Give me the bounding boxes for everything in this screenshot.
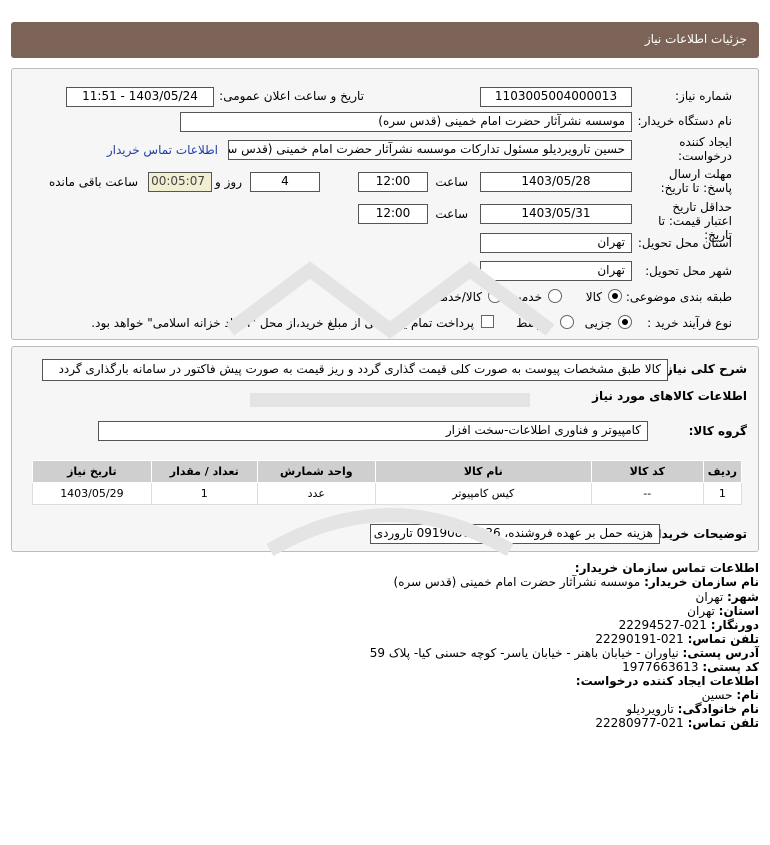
need-number-label: شماره نیاز: bbox=[675, 89, 732, 103]
page-title: جزئیات اطلاعات نیاز bbox=[644, 32, 747, 46]
goods-panel: شرح کلی نیاز: کالا طبق مشخصات پیوست به ص… bbox=[11, 346, 759, 552]
description-label: شرح کلی نیاز: bbox=[661, 362, 747, 376]
table-row[interactable]: 1 -- کیس کامپیوتر عدد 1 1403/05/29 bbox=[32, 482, 743, 505]
need-details-panel: شماره نیاز: 1103005004000013 تاریخ و ساع… bbox=[11, 68, 759, 340]
goods-group-label: گروه کالا: bbox=[688, 424, 747, 438]
reply-time-label: ساعت bbox=[435, 175, 468, 189]
contact-city: شهر: تهران bbox=[695, 590, 759, 604]
process-label: نوع فرآیند خرید : bbox=[647, 316, 732, 330]
creator-name: نام: حسین bbox=[701, 688, 759, 702]
category-goods-label: کالا bbox=[585, 290, 602, 304]
remaining-time-field: 00:05:07 bbox=[148, 172, 212, 192]
cell-quantity: 1 bbox=[150, 482, 258, 505]
col-unit: واحد شمارش bbox=[256, 460, 376, 483]
announce-label: تاریخ و ساعت اعلان عمومی: bbox=[219, 89, 364, 103]
validity-time-label: ساعت bbox=[435, 207, 468, 221]
category-label: طبقه بندی موضوعی: bbox=[625, 290, 732, 304]
col-name: نام کالا bbox=[374, 460, 592, 483]
cell-unit: عدد bbox=[256, 482, 376, 505]
table-header-row: ردیف کد کالا نام کالا واحد شمارش تعداد /… bbox=[32, 460, 743, 483]
city-field[interactable]: تهران bbox=[480, 261, 632, 281]
province-label: استان محل تحویل: bbox=[637, 236, 732, 250]
page-header: جزئیات اطلاعات نیاز bbox=[11, 22, 759, 58]
buyer-field[interactable]: موسسه نشرآثار حضرت امام خمینی (قدس سره) bbox=[180, 112, 632, 132]
contact-fax: دورنگار: 021-22294527 bbox=[618, 618, 759, 632]
process-medium-radio[interactable] bbox=[560, 315, 574, 329]
reply-deadline-label: مهلت ارسال پاسخ: تا تاریخ: bbox=[660, 167, 732, 195]
days-label: روز و bbox=[215, 175, 242, 189]
cell-code: -- bbox=[590, 482, 704, 505]
need-number-field[interactable]: 1103005004000013 bbox=[480, 87, 632, 107]
creator-field[interactable]: حسین تارویردیلو مسئول تدارکات موسسه نشرآ… bbox=[228, 140, 632, 160]
reply-date-field[interactable]: 1403/05/28 bbox=[480, 172, 632, 192]
province-field[interactable]: تهران bbox=[480, 233, 632, 253]
col-date: تاریخ نیاز bbox=[32, 460, 152, 483]
category-service-radio[interactable] bbox=[548, 289, 562, 303]
cell-row: 1 bbox=[702, 482, 743, 505]
buyer-notes-label: توضیحات خریدار: bbox=[645, 527, 747, 541]
process-minor-label: جزیی bbox=[584, 316, 612, 330]
category-goods-service-radio[interactable] bbox=[488, 289, 502, 303]
creator-label: ایجاد کننده درخواست: bbox=[678, 135, 732, 163]
contact-title: اطلاعات تماس سازمان خریدار: bbox=[574, 561, 759, 575]
days-field[interactable]: 4 bbox=[250, 172, 320, 192]
creator-family: نام خانوادگی: تارویردیلو bbox=[626, 702, 759, 716]
process-medium-label: متوسط bbox=[516, 316, 554, 330]
category-goods-radio[interactable] bbox=[608, 289, 622, 303]
category-goods-service-label: کالا/خدمت bbox=[429, 290, 482, 304]
buyer-label: نام دستگاه خریدار: bbox=[637, 114, 733, 128]
buyer-contact-link[interactable]: اطلاعات تماس خریدار bbox=[107, 143, 218, 157]
col-code: کد کالا bbox=[590, 460, 704, 483]
contact-address: آدرس پستی: نیاوران - خیابان باهنر - خیاب… bbox=[369, 646, 759, 660]
goods-table: ردیف کد کالا نام کالا واحد شمارش تعداد /… bbox=[32, 460, 743, 505]
contact-phone: تلفن تماس: 021-22290191 bbox=[595, 632, 759, 646]
cell-date: 1403/05/29 bbox=[32, 482, 152, 505]
creator-phone: تلفن تماس: 021-22280977 bbox=[595, 716, 759, 730]
creator-title: اطلاعات ایجاد کننده درخواست: bbox=[575, 674, 759, 688]
remaining-label: ساعت باقی مانده bbox=[48, 175, 138, 189]
validity-time-field[interactable]: 12:00 bbox=[358, 204, 428, 224]
goods-info-title: اطلاعات کالاهای مورد نیاز bbox=[592, 389, 747, 403]
cell-name: کیس کامپیوتر bbox=[374, 482, 592, 505]
city-label: شهر محل تحویل: bbox=[645, 264, 732, 278]
payment-note: پرداخت تمام یا بخشی از مبلغ خرید،از محل … bbox=[91, 316, 474, 330]
contact-province: استان: تهران bbox=[687, 604, 759, 618]
category-service-label: خدمت bbox=[510, 290, 542, 304]
process-minor-radio[interactable] bbox=[618, 315, 632, 329]
col-row: ردیف bbox=[702, 460, 743, 483]
description-field[interactable]: کالا طبق مشخصات پیوست به صورت کلی قیمت گ… bbox=[42, 359, 668, 381]
reply-time-field[interactable]: 12:00 bbox=[358, 172, 428, 192]
validity-date-field[interactable]: 1403/05/31 bbox=[480, 204, 632, 224]
treasury-checkbox[interactable] bbox=[481, 315, 494, 328]
buyer-notes-field[interactable]: هزینه حمل بر عهده فروشنده، 09190866036 ت… bbox=[370, 524, 660, 544]
col-quantity: تعداد / مقدار bbox=[150, 460, 258, 483]
announce-field[interactable]: 1403/05/24 - 11:51 bbox=[66, 87, 214, 107]
goods-group-field[interactable]: کامپیوتر و فناوری اطلاعات-سخت افزار bbox=[98, 421, 648, 441]
contact-postal: کد پستی: 1977663613 bbox=[622, 660, 759, 674]
contact-org: نام سازمان خریدار: موسسه نشرآثار حضرت ام… bbox=[393, 575, 759, 589]
